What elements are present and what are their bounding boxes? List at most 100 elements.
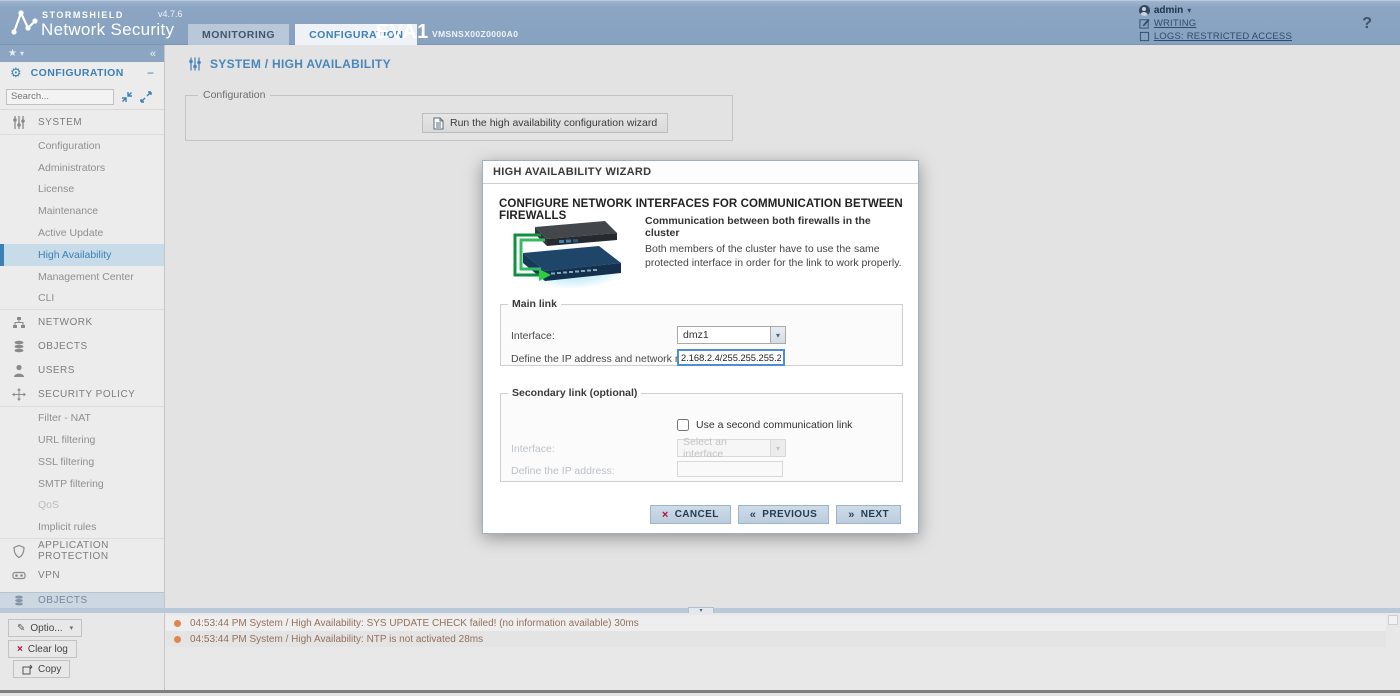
run-wizard-button[interactable]: Run the high availability configuration …: [422, 113, 668, 133]
log-options-button[interactable]: ✎ Optio... ▾: [8, 619, 82, 637]
log-entry[interactable]: 04:53:44 PM System / High Availability: …: [166, 615, 1386, 631]
log-scrollbar[interactable]: [1388, 615, 1398, 625]
configuration-legend: Configuration: [198, 89, 270, 101]
log-entry[interactable]: 04:53:44 PM System / High Availability: …: [166, 631, 1386, 647]
sidebar-item-configuration[interactable]: Configuration: [0, 135, 164, 157]
top-bar: STORMSHIELD Network Security v4.7.6 MONI…: [0, 0, 1400, 45]
cancel-label: CANCEL: [675, 509, 719, 520]
item-label: Implicit rules: [38, 521, 96, 533]
favorites-caret-icon[interactable]: ▾: [20, 49, 24, 58]
collapse-sidebar-icon[interactable]: «: [150, 48, 156, 60]
chevron-down-icon: ▾: [70, 624, 74, 632]
section-label: SECURITY POLICY: [38, 389, 135, 400]
collapse-section-icon[interactable]: −: [147, 66, 154, 80]
status-dot-icon: [174, 620, 181, 627]
interface-label: Interface:: [511, 330, 555, 342]
close-icon: ×: [17, 644, 23, 655]
sidebar-item-ssl-filtering[interactable]: SSL filtering: [0, 451, 164, 473]
sidebar-item-implicit-rules[interactable]: Implicit rules: [0, 516, 164, 538]
item-label: High Availability: [38, 249, 111, 261]
sidebar-item-administrators[interactable]: Administrators: [0, 157, 164, 179]
database-icon: [12, 595, 26, 606]
collapse-all-icon[interactable]: [121, 91, 133, 103]
user-avatar-icon: [1139, 5, 1150, 16]
sidebar-section-security-policy[interactable]: SECURITY POLICY: [0, 382, 164, 406]
item-label: CLI: [38, 292, 54, 304]
item-label: Maintenance: [38, 205, 98, 217]
sidebar-item-qos[interactable]: QoS: [0, 495, 164, 517]
sidebar-section-users[interactable]: USERS: [0, 358, 164, 382]
log-actions: ✎ Optio... ▾ × Clear log Copy: [0, 613, 165, 690]
sidebar-item-smtp-filtering[interactable]: SMTP filtering: [0, 473, 164, 495]
vpn-tunnel-icon: [12, 569, 26, 582]
log-entry-text: 04:53:44 PM System / High Availability: …: [190, 618, 639, 629]
firewall-cluster-illustration: [501, 213, 629, 293]
interface-select[interactable]: dmz1 ▾: [677, 326, 786, 344]
writing-mode-link[interactable]: WRITING: [1139, 17, 1292, 30]
section-label: OBJECTS: [38, 341, 88, 352]
log-entries: 04:53:44 PM System / High Availability: …: [166, 615, 1386, 647]
sidebar-section-system[interactable]: SYSTEM: [0, 110, 164, 134]
shield-icon: [12, 545, 26, 558]
logs-access-link[interactable]: LOGS: RESTRICTED ACCESS: [1139, 30, 1292, 43]
checkbox-outline-icon: [1139, 31, 1150, 42]
ha-wizard-dialog: HIGH AVAILABILITY WIZARD CONFIGURE NETWO…: [482, 160, 919, 534]
next-button[interactable]: » NEXT: [836, 505, 901, 524]
sidebar-item-cli[interactable]: CLI: [0, 288, 164, 310]
sidebar-item-maintenance[interactable]: Maintenance: [0, 200, 164, 222]
logs-link-label: LOGS: RESTRICTED ACCESS: [1154, 31, 1292, 42]
sidebar-item-license[interactable]: License: [0, 179, 164, 201]
sidebar-search: [0, 84, 164, 110]
sidebar-item-url-filtering[interactable]: URL filtering: [0, 429, 164, 451]
sidebar-section-application-protection[interactable]: APPLICATION PROTECTION: [0, 539, 164, 563]
user-menu[interactable]: admin ▾: [1139, 4, 1292, 17]
sidebar-item-active-update[interactable]: Active Update: [0, 222, 164, 244]
edit-box-icon: [1139, 18, 1150, 29]
secondary-ip-label: Define the IP address:: [511, 465, 615, 477]
expand-all-icon[interactable]: [140, 91, 152, 103]
help-icon[interactable]: ?: [1362, 15, 1372, 33]
section-label: VPN: [38, 570, 60, 581]
item-label: Filter - NAT: [38, 412, 91, 424]
dialog-title: HIGH AVAILABILITY WIZARD: [483, 161, 918, 184]
chevron-down-icon: ▾: [770, 439, 786, 457]
log-entry-text: 04:53:44 PM System / High Availability: …: [190, 634, 483, 645]
copy-log-button[interactable]: Copy: [13, 660, 70, 678]
product-name: Network Security: [41, 20, 174, 40]
tab-monitoring[interactable]: MONITORING: [188, 24, 289, 46]
clear-log-label: Clear log: [28, 644, 68, 655]
item-label: Administrators: [38, 162, 105, 174]
ip-mask-input[interactable]: [677, 349, 785, 366]
sidebar-section-vpn[interactable]: VPN: [0, 563, 164, 587]
item-label: URL filtering: [38, 434, 95, 446]
item-label: SSL filtering: [38, 456, 94, 468]
second-link-checkbox[interactable]: [677, 419, 689, 431]
version-label: v4.7.6: [158, 9, 183, 19]
favorites-star-icon[interactable]: ★: [8, 48, 17, 59]
session-info: admin ▾ WRITING LOGS: RESTRICTED ACCESS: [1139, 4, 1292, 43]
sidebar-section-network[interactable]: NETWORK: [0, 310, 164, 334]
sidebar-item-filter-nat[interactable]: Filter - NAT: [0, 407, 164, 429]
sidebar-footer-objects[interactable]: OBJECTS: [0, 592, 164, 608]
sidebar-configuration-header[interactable]: ⚙ CONFIGURATION −: [0, 62, 164, 84]
dialog-intro-text: Both members of the cluster have to use …: [645, 243, 907, 270]
sidebar-item-management-center[interactable]: Management Center: [0, 266, 164, 288]
secondary-link-legend: Secondary link (optional): [508, 387, 641, 399]
move-crosshair-icon: [12, 388, 26, 401]
previous-button[interactable]: « PREVIOUS: [738, 505, 829, 524]
log-panel: ✎ Optio... ▾ × Clear log Copy 04:53:44 P…: [0, 613, 1400, 693]
footer-label: OBJECTS: [38, 595, 88, 606]
database-icon: [12, 340, 26, 353]
item-label: License: [38, 183, 74, 195]
cancel-button[interactable]: × CANCEL: [650, 505, 731, 524]
sidebar-item-high-availability[interactable]: High Availability: [0, 244, 164, 266]
search-input[interactable]: [6, 89, 114, 105]
sidebar-section-objects[interactable]: OBJECTS: [0, 334, 164, 358]
clear-log-button[interactable]: × Clear log: [8, 640, 77, 658]
secondary-link-fieldset: Secondary link (optional) Use a second c…: [500, 387, 903, 482]
gear-icon: ⚙: [10, 65, 22, 81]
item-label: Management Center: [38, 271, 134, 283]
sliders-icon: [188, 57, 202, 71]
section-label: SYSTEM: [38, 117, 82, 128]
item-label: QoS: [38, 499, 59, 511]
